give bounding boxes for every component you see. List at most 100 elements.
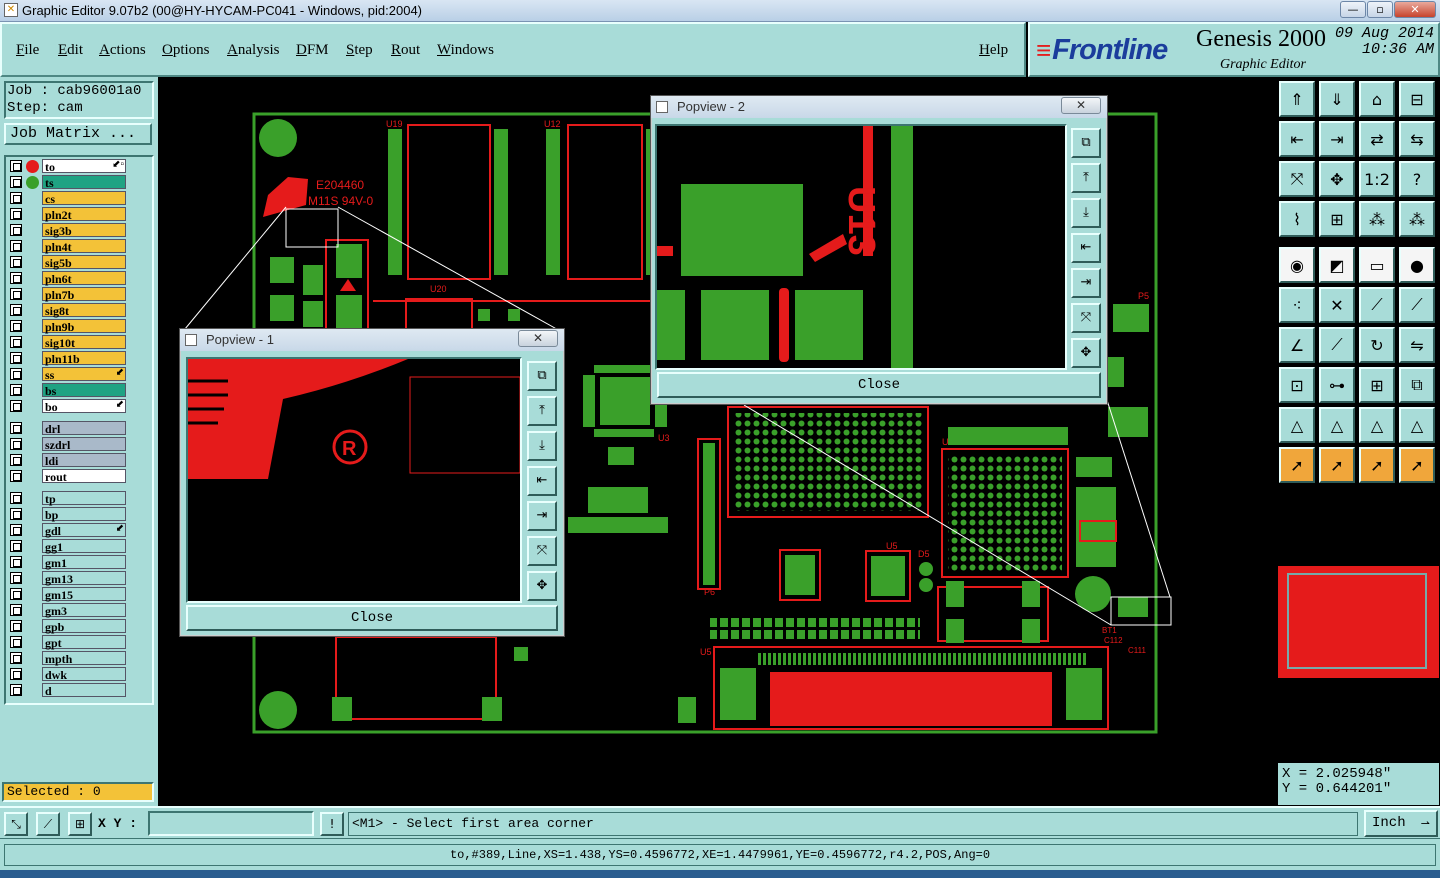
- layer-checkbox[interactable]: [10, 470, 22, 482]
- menu-actions[interactable]: Actions: [99, 42, 146, 59]
- layer-checkbox[interactable]: [10, 572, 22, 584]
- layer-name[interactable]: ss: [42, 367, 126, 382]
- window-split-icon[interactable]: ⊟: [1399, 81, 1435, 117]
- layer-row-pln6t[interactable]: pln6t: [8, 271, 126, 286]
- popview-pan-left-icon[interactable]: ⇤: [1071, 233, 1101, 263]
- xy-input[interactable]: [148, 811, 314, 836]
- layer-name[interactable]: sig8t: [42, 303, 126, 318]
- layer-name[interactable]: ts: [42, 175, 126, 190]
- layer-row-gm15[interactable]: gm15: [8, 587, 126, 602]
- layer-row-rout[interactable]: rout: [8, 469, 126, 484]
- menu-step[interactable]: Step: [346, 42, 373, 59]
- triangle-3-icon[interactable]: △: [1359, 407, 1395, 443]
- layer-row-bo[interactable]: bo ⬋: [8, 399, 126, 414]
- popview-1-titlebar[interactable]: Popview - 1 ✕: [180, 329, 564, 351]
- popview-zoom-out-icon[interactable]: ✥: [527, 571, 557, 601]
- dot-icon[interactable]: ●: [1399, 247, 1435, 283]
- slope-icon[interactable]: ⟋: [1319, 327, 1355, 363]
- layer-compare-icon[interactable]: ⁂: [1359, 201, 1395, 237]
- layer-checkbox[interactable]: [10, 556, 22, 568]
- popview-zoom-in-icon[interactable]: ⤧: [1071, 303, 1101, 333]
- layer-checkbox[interactable]: [10, 304, 22, 316]
- layer-row-bp[interactable]: bp: [8, 507, 126, 522]
- pan-left-icon[interactable]: ⇤: [1279, 121, 1315, 157]
- job-matrix-button[interactable]: Job Matrix ...: [4, 123, 152, 145]
- layer-name[interactable]: sig10t: [42, 335, 126, 350]
- layer-row-szdrl[interactable]: szdrl: [8, 437, 126, 452]
- popview-zoom-home-icon[interactable]: ⧉: [527, 361, 557, 391]
- layer-checkbox[interactable]: [10, 288, 22, 300]
- layer-row-gpt[interactable]: gpt: [8, 635, 126, 650]
- layer-row-gm13[interactable]: gm13: [8, 571, 126, 586]
- layer-row-pln2t[interactable]: pln2t: [8, 207, 126, 222]
- rotate-icon[interactable]: ↻: [1359, 327, 1395, 363]
- popview-zoom-home-icon[interactable]: ⧉: [1071, 128, 1101, 158]
- zoom-out-icon[interactable]: ✥: [1319, 161, 1355, 197]
- layer-row-gg1[interactable]: gg1: [8, 539, 126, 554]
- layer-checkbox[interactable]: [10, 604, 22, 616]
- popview-pan-up-icon[interactable]: ⤒: [527, 396, 557, 426]
- stretch-icon[interactable]: ⊞: [1359, 367, 1395, 403]
- select-circle-icon[interactable]: ➚: [1359, 447, 1395, 483]
- select-path-icon[interactable]: ➚: [1399, 447, 1435, 483]
- layer-row-sig3b[interactable]: sig3b: [8, 223, 126, 238]
- units-selector[interactable]: Inch ⇀: [1364, 810, 1438, 837]
- popview-pan-left-icon[interactable]: ⇤: [527, 466, 557, 496]
- popview-2-titlebar[interactable]: Popview - 2 ✕: [651, 96, 1107, 118]
- measure-icon[interactable]: ⌇: [1279, 201, 1315, 237]
- menu-help[interactable]: Help: [979, 42, 1008, 59]
- popview-1-viewport[interactable]: R: [186, 357, 522, 603]
- triangle-4-icon[interactable]: △: [1399, 407, 1435, 443]
- layer-row-sig5b[interactable]: sig5b: [8, 255, 126, 270]
- line-add-icon[interactable]: ⟋: [1359, 287, 1395, 323]
- popview-pan-down-icon[interactable]: ⤓: [527, 431, 557, 461]
- layer-name[interactable]: gm3: [42, 603, 126, 618]
- layer-name[interactable]: gm13: [42, 571, 126, 586]
- layer-checkbox[interactable]: [10, 400, 22, 412]
- layer-checkbox[interactable]: [10, 508, 22, 520]
- layer-row-pln11b[interactable]: pln11b: [8, 351, 126, 366]
- layer-row-pln4t[interactable]: pln4t: [8, 239, 126, 254]
- layer-row-sig10t[interactable]: sig10t: [8, 335, 126, 350]
- layer-row-tp[interactable]: tp: [8, 491, 126, 506]
- zoom-home-icon[interactable]: ⇑: [1279, 81, 1315, 117]
- ruler-icon[interactable]: ▭: [1359, 247, 1395, 283]
- layer-name[interactable]: d: [42, 683, 126, 698]
- menu-dfm[interactable]: DFM: [296, 42, 329, 59]
- layer-checkbox[interactable]: [10, 192, 22, 204]
- zoom-fit-icon[interactable]: ⌂: [1359, 81, 1395, 117]
- menu-analysis[interactable]: Analysis: [227, 42, 280, 59]
- layer-swap-icon[interactable]: ⁂: [1399, 201, 1435, 237]
- close-window-button[interactable]: ✕: [1394, 1, 1436, 18]
- layer-row-sig8t[interactable]: sig8t: [8, 303, 126, 318]
- layer-row-pln7b[interactable]: pln7b: [8, 287, 126, 302]
- maximize-button[interactable]: ▫: [1367, 1, 1393, 18]
- popview-2-close-x[interactable]: ✕: [1061, 97, 1101, 114]
- layer-name[interactable]: pln11b: [42, 351, 126, 366]
- layer-row-ts[interactable]: ts: [8, 175, 126, 190]
- menu-rout[interactable]: Rout: [391, 42, 420, 59]
- layer-checkbox[interactable]: [10, 240, 22, 252]
- layer-row-gpb[interactable]: gpb: [8, 619, 126, 634]
- layer-name[interactable]: bp: [42, 507, 126, 522]
- toggle-icon[interactable]: ⇄: [1359, 121, 1395, 157]
- swap-icon[interactable]: ⇆: [1399, 121, 1435, 157]
- layer-checkbox[interactable]: [10, 208, 22, 220]
- layer-row-cs[interactable]: cs: [8, 191, 126, 206]
- layer-name[interactable]: gm1: [42, 555, 126, 570]
- layer-name[interactable]: dwk: [42, 667, 126, 682]
- cross-icon[interactable]: ✕: [1319, 287, 1355, 323]
- layer-row-mpth[interactable]: mpth: [8, 651, 126, 666]
- layer-row-drl[interactable]: drl: [8, 421, 126, 436]
- grid-icon[interactable]: ⊞: [1319, 201, 1355, 237]
- layer-checkbox[interactable]: [10, 272, 22, 284]
- layer-name[interactable]: gpb: [42, 619, 126, 634]
- menu-file[interactable]: File: [16, 42, 39, 59]
- move-icon[interactable]: ⊡: [1279, 367, 1315, 403]
- layer-row-gdl[interactable]: gdl ⬋: [8, 523, 126, 538]
- popview-pan-down-icon[interactable]: ⤓: [1071, 198, 1101, 228]
- popview-1-close-x[interactable]: ✕: [518, 330, 558, 347]
- layer-checkbox[interactable]: [10, 176, 22, 188]
- layer-checkbox[interactable]: [10, 422, 22, 434]
- popview-2-close-button[interactable]: Close: [657, 372, 1101, 398]
